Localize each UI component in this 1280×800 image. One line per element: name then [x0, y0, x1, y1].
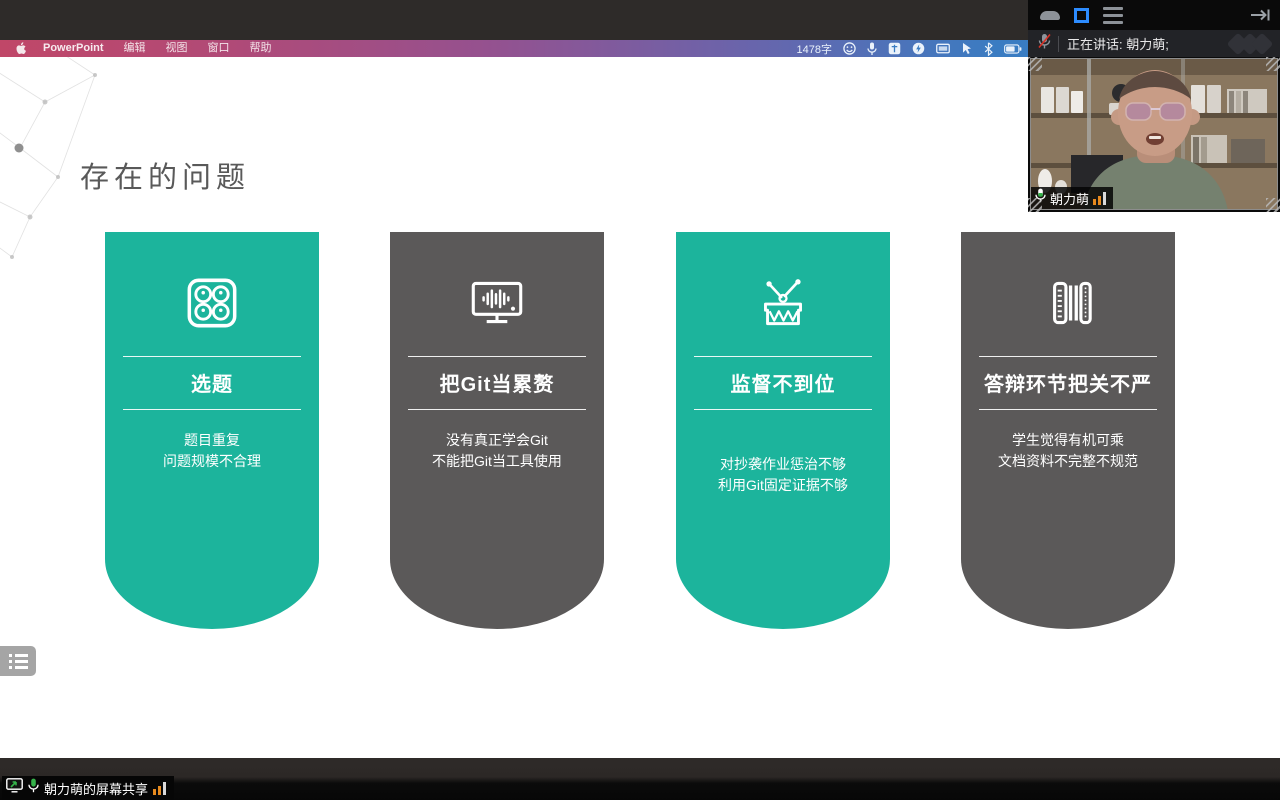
participant-video[interactable]: 朝力萌: [1030, 58, 1278, 210]
menu-edit[interactable]: 编辑: [114, 40, 156, 57]
minimize-icon[interactable]: [1040, 11, 1060, 20]
card-line: 不能把Git当工具使用: [390, 451, 604, 472]
card-title: 选题: [105, 368, 319, 397]
resize-corner-mark[interactable]: [1028, 198, 1042, 212]
divider: [408, 356, 586, 357]
screen-share-status-bar: 朝力萌的屏幕共享: [2, 776, 174, 800]
mic-active-icon: [28, 778, 39, 798]
divider: [694, 356, 872, 357]
share-label: 朝力萌的屏幕共享: [44, 779, 148, 798]
slideshow-nav-button[interactable]: [0, 646, 36, 676]
divider: [979, 409, 1157, 410]
microphone-icon[interactable]: [867, 42, 877, 56]
card-line: 文档资料不完整不规范: [961, 451, 1175, 472]
menu-window[interactable]: 窗口: [198, 40, 240, 57]
meeting-watermark-logo: [1224, 33, 1276, 55]
divider: [408, 409, 586, 410]
speaking-label: 正在讲话: 朝力萌;: [1067, 34, 1169, 53]
card-title: 监督不到位: [676, 368, 890, 397]
screen-share-icon: [6, 778, 23, 798]
mic-muted-icon[interactable]: [1037, 33, 1052, 55]
divider: [123, 356, 301, 357]
card-title: 把Git当累赘: [390, 368, 604, 397]
card-line: 利用Git固定证据不够: [676, 475, 890, 496]
panel-controls: [1028, 0, 1280, 30]
resize-corner-mark[interactable]: [1028, 57, 1042, 71]
audio-level-bars: [153, 781, 166, 795]
accordion-icon: [961, 266, 1175, 340]
problem-card-topic: 选题 题目重复 问题规模不合理: [105, 232, 319, 629]
list-icon: [9, 654, 28, 669]
card-line: 题目重复: [105, 430, 319, 451]
problem-card-supervision: 监督不到位 对抄袭作业惩治不够 利用Git固定证据不够: [676, 232, 890, 629]
divider: [979, 356, 1157, 357]
divider: [123, 409, 301, 410]
apple-icon[interactable]: [10, 42, 33, 55]
menu-view[interactable]: 视图: [156, 40, 198, 57]
input-method-icon[interactable]: [888, 42, 901, 55]
meeting-app-window: PowerPoint 编辑 视图 窗口 帮助 1478字: [0, 0, 1280, 800]
audio-level-bars: [1093, 191, 1106, 205]
menu-powerpoint[interactable]: PowerPoint: [33, 40, 114, 57]
drum-icon: [676, 266, 890, 340]
word-count-status: 1478字: [797, 41, 832, 57]
stove-burners-icon: [105, 266, 319, 340]
bottom-strip: [0, 758, 1280, 800]
bluetooth-icon[interactable]: [984, 42, 993, 56]
meeting-video-panel: 正在讲话: 朝力萌;: [1028, 0, 1280, 212]
resize-corner-mark[interactable]: [1266, 198, 1280, 212]
problem-card-defense: 答辩环节把关不严 学生觉得有机可乘 文档资料不完整不规范: [961, 232, 1175, 629]
problem-card-git-burden: 把Git当累赘 没有真正学会Git 不能把Git当工具使用: [390, 232, 604, 629]
card-line: 学生觉得有机可乘: [961, 430, 1175, 451]
divider: [694, 409, 872, 410]
smiley-icon[interactable]: [843, 42, 856, 55]
slide-title: 存在的问题: [80, 154, 250, 196]
participant-name-tag: 朝力萌: [1031, 187, 1113, 209]
card-line: 问题规模不合理: [105, 451, 319, 472]
resize-corner-mark[interactable]: [1266, 57, 1280, 71]
cursor-icon[interactable]: [961, 42, 973, 55]
card-line: 没有真正学会Git: [390, 430, 604, 451]
menu-icon[interactable]: [1103, 7, 1123, 24]
battery-icon[interactable]: [1004, 44, 1022, 54]
speaking-status-bar: 正在讲话: 朝力萌;: [1028, 30, 1280, 57]
card-line: 对抄袭作业惩治不够: [676, 454, 890, 475]
display-icon[interactable]: [936, 43, 950, 55]
participant-name: 朝力萌: [1050, 189, 1089, 208]
collapse-right-icon[interactable]: [1250, 8, 1270, 22]
menu-help[interactable]: 帮助: [240, 40, 282, 57]
lightning-icon[interactable]: [912, 42, 925, 55]
layout-square-icon[interactable]: [1074, 8, 1089, 23]
card-title: 答辩环节把关不严: [961, 368, 1175, 397]
monitor-waveform-icon: [390, 266, 604, 340]
